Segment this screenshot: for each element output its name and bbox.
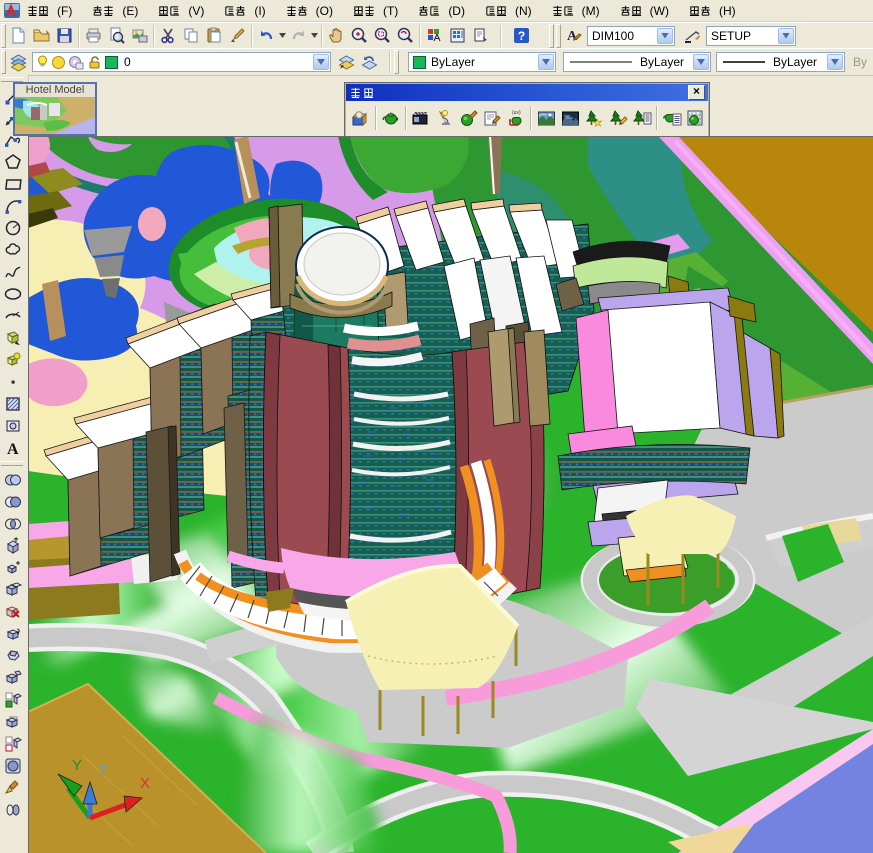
svg-text:X: X xyxy=(140,775,150,792)
svg-text:Z: Z xyxy=(98,763,107,780)
svg-text:Y: Y xyxy=(72,757,82,774)
svg-text:A: A xyxy=(7,441,19,458)
svg-text:?: ? xyxy=(518,29,525,43)
svg-text:(uv): (uv) xyxy=(512,110,521,116)
